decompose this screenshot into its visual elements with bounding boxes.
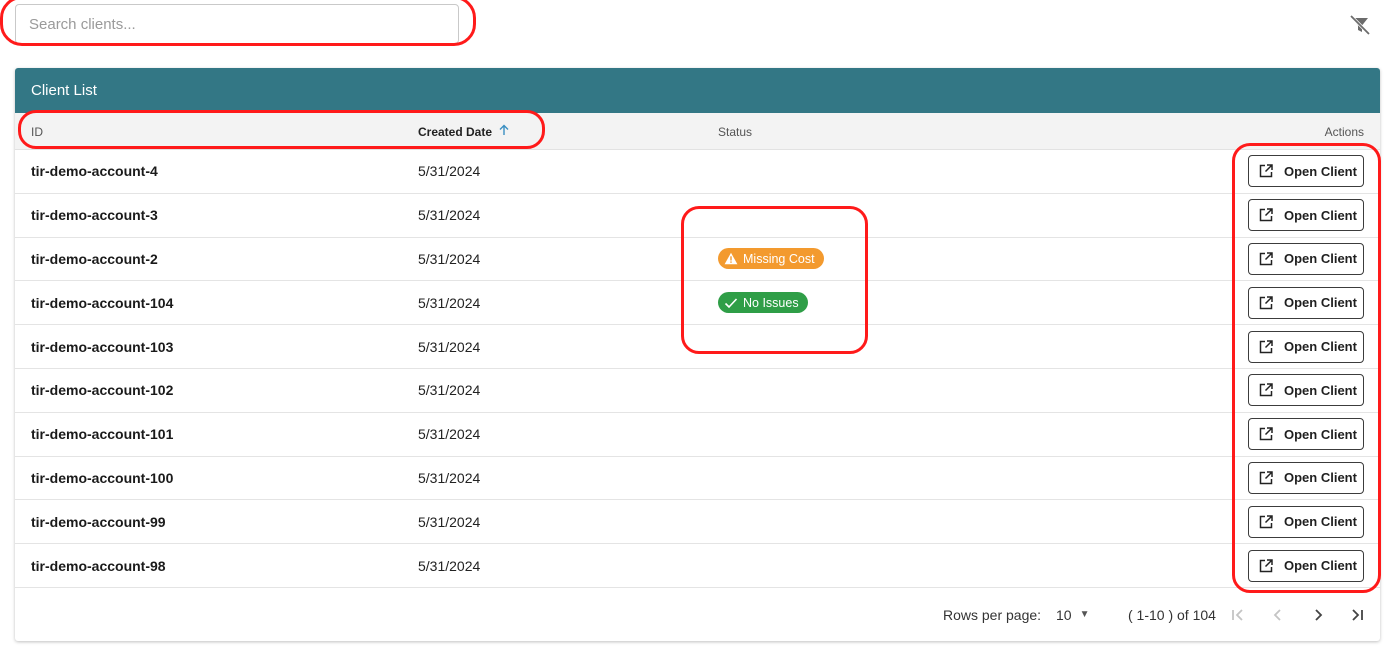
filter-off-icon: [1349, 14, 1371, 36]
actions-cell: Open Client: [1248, 544, 1364, 587]
table-row: tir-demo-account-103 5/31/2024 Open Client: [15, 325, 1380, 369]
open-in-new-icon: [1259, 515, 1273, 529]
warning-icon: [724, 253, 738, 265]
rows-per-page-label: Rows per page:: [943, 606, 1042, 623]
column-header-created-date[interactable]: Created Date: [418, 113, 510, 150]
table-row: tir-demo-account-4 5/31/2024 Open Client: [15, 150, 1380, 194]
column-header-id[interactable]: ID: [31, 113, 43, 150]
open-in-new-icon: [1259, 471, 1273, 485]
table-row: tir-demo-account-98 5/31/2024 Open Client: [15, 544, 1380, 588]
chevron-left-icon: [1273, 608, 1281, 621]
table-row: tir-demo-account-104 5/31/2024 No Issues Op…: [15, 281, 1380, 326]
client-id: tir-demo-account-101: [31, 426, 174, 443]
open-client-button[interactable]: Open Client: [1248, 461, 1364, 494]
table-body: tir-demo-account-4 5/31/2024 Open Client ti…: [15, 150, 1380, 588]
last-page-icon: [1352, 608, 1363, 621]
open-client-button[interactable]: Open Client: [1248, 286, 1364, 319]
status-badge: Missing Cost: [718, 248, 824, 270]
created-date: 5/31/2024: [418, 513, 481, 530]
open-client-button[interactable]: Open Client: [1248, 505, 1364, 538]
open-client-button[interactable]: Open Client: [1248, 199, 1364, 232]
open-in-new-icon: [1259, 252, 1273, 266]
created-date: 5/31/2024: [418, 557, 481, 574]
open-client-button[interactable]: Open Client: [1248, 242, 1364, 275]
open-in-new-icon: [1259, 296, 1273, 310]
previous-page-button[interactable]: [1266, 588, 1290, 641]
table-row: tir-demo-account-2 5/31/2024 Missing Cost O…: [15, 238, 1380, 282]
actions-cell: Open Client: [1248, 457, 1364, 500]
table-row: tir-demo-account-101 5/31/2024 Open Client: [15, 413, 1380, 457]
pagination-range: ( 1-10 ) of 104: [1128, 606, 1216, 623]
open-client-button[interactable]: Open Client: [1248, 330, 1364, 363]
table-row: tir-demo-account-102 5/31/2024 Open Client: [15, 369, 1380, 413]
clear-filters-button[interactable]: [1348, 13, 1372, 37]
actions-cell: Open Client: [1248, 413, 1364, 456]
actions-cell: Open Client: [1248, 238, 1364, 281]
column-header-status[interactable]: Status: [718, 113, 752, 150]
created-date: 5/31/2024: [418, 294, 481, 311]
client-list-card: Client List ID Created Date Status Actio…: [15, 68, 1380, 641]
column-header-actions: Actions: [1324, 124, 1364, 139]
created-date: 5/31/2024: [418, 163, 481, 180]
created-date: 5/31/2024: [418, 469, 481, 486]
actions-cell: Open Client: [1248, 281, 1364, 324]
open-in-new-icon: [1259, 558, 1273, 572]
client-id: tir-demo-account-100: [31, 469, 174, 486]
created-date: 5/31/2024: [418, 382, 481, 399]
chevron-right-icon: [1315, 608, 1323, 621]
open-in-new-icon: [1259, 208, 1273, 222]
table-header: ID Created Date Status Actions: [15, 113, 1380, 150]
search-box: [15, 4, 459, 44]
next-page-button[interactable]: [1306, 588, 1330, 641]
last-page-button[interactable]: [1345, 588, 1369, 641]
status-badge-label: No Issues: [743, 295, 799, 310]
top-toolbar: [0, 0, 1394, 50]
open-client-button[interactable]: Open Client: [1248, 374, 1364, 407]
card-title: Client List: [15, 68, 1380, 113]
client-id: tir-demo-account-102: [31, 382, 174, 399]
open-client-button[interactable]: Open Client: [1248, 549, 1364, 582]
open-in-new-icon: [1259, 427, 1273, 441]
created-date: 5/31/2024: [418, 426, 481, 443]
status-badge-label: Missing Cost: [743, 251, 815, 266]
actions-cell: Open Client: [1248, 500, 1364, 543]
actions-cell: Open Client: [1248, 369, 1364, 412]
client-id: tir-demo-account-98: [31, 557, 166, 574]
table-pagination: Rows per page: 10 ▼ ( 1-10 ) of 104: [15, 588, 1380, 641]
open-client-button[interactable]: Open Client: [1248, 418, 1364, 451]
rows-per-page-select[interactable]: 10 ▼: [1056, 588, 1089, 641]
client-id: tir-demo-account-99: [31, 513, 166, 530]
actions-cell: Open Client: [1248, 194, 1364, 237]
client-id: tir-demo-account-4: [31, 163, 158, 180]
open-in-new-icon: [1259, 339, 1273, 353]
caret-down-icon: ▼: [1079, 609, 1090, 620]
table-row: tir-demo-account-3 5/31/2024 Open Client: [15, 194, 1380, 238]
client-id: tir-demo-account-103: [31, 338, 174, 355]
table-row: tir-demo-account-100 5/31/2024 Open Client: [15, 457, 1380, 501]
table-row: tir-demo-account-99 5/31/2024 Open Client: [15, 500, 1380, 545]
first-page-icon: [1232, 608, 1243, 621]
actions-cell: Open Client: [1248, 325, 1364, 368]
open-in-new-icon: [1259, 164, 1273, 178]
open-in-new-icon: [1259, 383, 1273, 397]
search-input[interactable]: [16, 5, 458, 43]
status-badge: No Issues: [718, 292, 808, 314]
checkmark-icon: [724, 298, 738, 308]
open-client-button[interactable]: Open Client: [1248, 155, 1364, 188]
sort-ascending-icon: [498, 124, 510, 139]
first-page-button[interactable]: [1226, 588, 1250, 641]
client-id: tir-demo-account-3: [31, 207, 158, 224]
client-id: tir-demo-account-104: [31, 294, 174, 311]
actions-cell: Open Client: [1248, 150, 1364, 193]
created-date: 5/31/2024: [418, 338, 481, 355]
status-cell: No Issues: [718, 281, 808, 324]
created-date: 5/31/2024: [418, 250, 481, 267]
status-cell: Missing Cost: [718, 238, 824, 281]
client-id: tir-demo-account-2: [31, 250, 158, 267]
created-date: 5/31/2024: [418, 207, 481, 224]
